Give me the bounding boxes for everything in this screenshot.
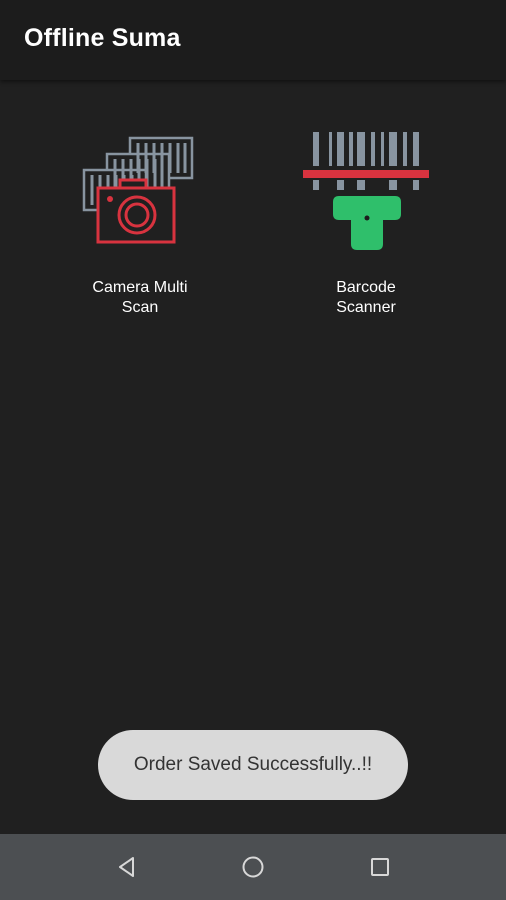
back-button[interactable]: [107, 847, 147, 887]
barcode-scanner-icon: [303, 132, 429, 250]
camera-multi-scan-icon: [82, 136, 194, 244]
system-nav-bar: [0, 834, 506, 900]
recents-button[interactable]: [360, 847, 400, 887]
home-button[interactable]: [233, 847, 273, 887]
barcode-scanner-label: Barcode Scanner: [336, 279, 396, 316]
app-bar: Offline Suma: [0, 0, 506, 80]
toast-message: Order Saved Successfully..!!: [98, 730, 408, 800]
camera-multi-scan-label: Camera Multi Scan: [92, 279, 188, 316]
home-icon: [242, 856, 264, 878]
app-title: Offline Suma: [24, 24, 181, 52]
back-icon: [119, 857, 134, 877]
barcode-scanner-button[interactable]: Barcode Scanner: [266, 122, 466, 332]
camera-multi-scan-button[interactable]: Camera Multi Scan: [40, 122, 240, 332]
recents-icon: [371, 858, 389, 876]
